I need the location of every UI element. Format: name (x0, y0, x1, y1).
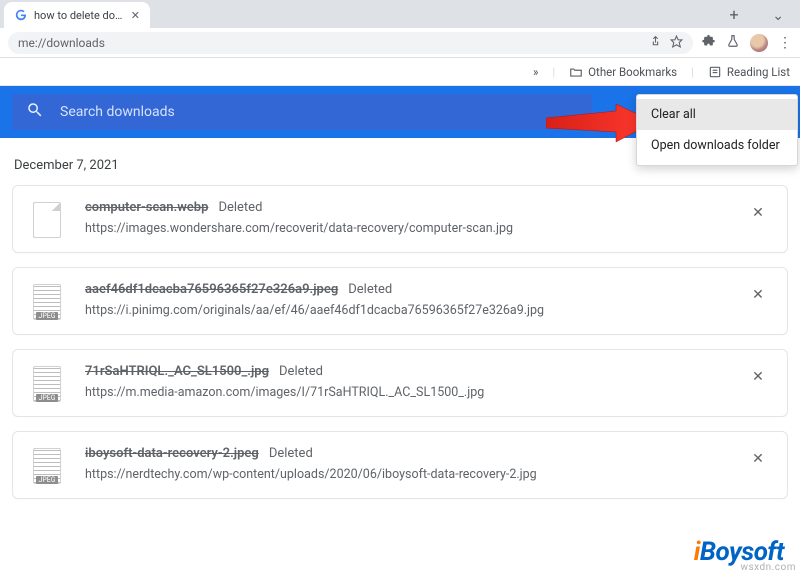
remove-download-button[interactable]: ✕ (745, 446, 771, 472)
file-icon: JPEG (33, 284, 61, 320)
search-container (12, 94, 592, 130)
download-url: https://i.pinimg.com/originals/aa/ef/46/… (85, 303, 721, 318)
download-status: Deleted (218, 200, 262, 215)
download-url: https://m.media-amazon.com/images/I/71rS… (85, 385, 721, 400)
share-icon[interactable] (649, 35, 662, 51)
remove-download-button[interactable]: ✕ (745, 200, 771, 226)
bookmarks-overflow[interactable]: » (533, 65, 538, 79)
tab-strip: how to delete do… ✕ + ⌄ (0, 0, 800, 28)
remove-download-button[interactable]: ✕ (745, 282, 771, 308)
profile-avatar[interactable] (750, 34, 768, 52)
download-item: JPEG 71rSaHTRIQL._AC_SL1500_.jpg Deleted… (12, 349, 788, 417)
downloads-content: December 7, 2021 computer-scan.webp Dele… (0, 138, 800, 499)
menu-clear-all[interactable]: Clear all (637, 99, 797, 130)
reading-list[interactable]: Reading List (708, 65, 790, 79)
window-chevron-icon[interactable]: ⌄ (772, 8, 784, 24)
extensions-icon[interactable] (701, 33, 716, 52)
menu-open-downloads-folder[interactable]: Open downloads folder (637, 130, 797, 161)
toolbar-icons: ⋮ (701, 33, 792, 52)
download-item: JPEG aaef46df1dcacba76596365f27e326a9.jp… (12, 267, 788, 335)
download-status: Deleted (269, 446, 313, 461)
google-favicon (14, 8, 28, 22)
search-icon (26, 101, 44, 123)
new-tab-button[interactable]: + (724, 5, 744, 24)
download-status: Deleted (348, 282, 392, 297)
download-item: computer-scan.webp Deleted https://image… (12, 185, 788, 253)
close-tab-icon[interactable]: ✕ (128, 8, 142, 22)
bookmarks-bar: » | Other Bookmarks | Reading List (0, 58, 800, 86)
file-icon: JPEG (33, 366, 61, 402)
downloads-list: computer-scan.webp Deleted https://image… (12, 185, 788, 499)
browser-tab[interactable]: how to delete do… ✕ (4, 2, 150, 28)
other-bookmarks[interactable]: Other Bookmarks (569, 65, 677, 79)
download-url: https://images.wondershare.com/recoverit… (85, 221, 721, 236)
download-item: JPEG iboysoft-data-recovery-2.jpeg Delet… (12, 431, 788, 499)
downloads-context-menu: Clear all Open downloads folder (636, 94, 798, 166)
download-filename: computer-scan.webp (85, 200, 208, 215)
download-filename: aaef46df1dcacba76596365f27e326a9.jpeg (85, 282, 338, 297)
url-action-icons (649, 35, 683, 51)
download-filename: iboysoft-data-recovery-2.jpeg (85, 446, 259, 461)
file-icon (33, 202, 61, 238)
search-input[interactable] (60, 104, 578, 120)
file-icon: JPEG (33, 448, 61, 484)
bookmark-star-icon[interactable] (670, 35, 683, 51)
address-bar: me://downloads ⋮ (0, 28, 800, 58)
downloads-page: Clear all Open downloads folder December… (0, 86, 800, 573)
watermark-site: wsxdn.com (740, 562, 796, 573)
download-filename: 71rSaHTRIQL._AC_SL1500_.jpg (85, 364, 269, 379)
kebab-menu-icon[interactable]: ⋮ (778, 35, 792, 51)
remove-download-button[interactable]: ✕ (745, 364, 771, 390)
tab-title: how to delete do… (34, 9, 122, 22)
labs-icon[interactable] (726, 34, 740, 52)
download-url: https://nerdtechy.com/wp-content/uploads… (85, 467, 721, 482)
url-field[interactable]: me://downloads (8, 32, 693, 54)
download-status: Deleted (279, 364, 323, 379)
url-text: me://downloads (18, 36, 105, 50)
